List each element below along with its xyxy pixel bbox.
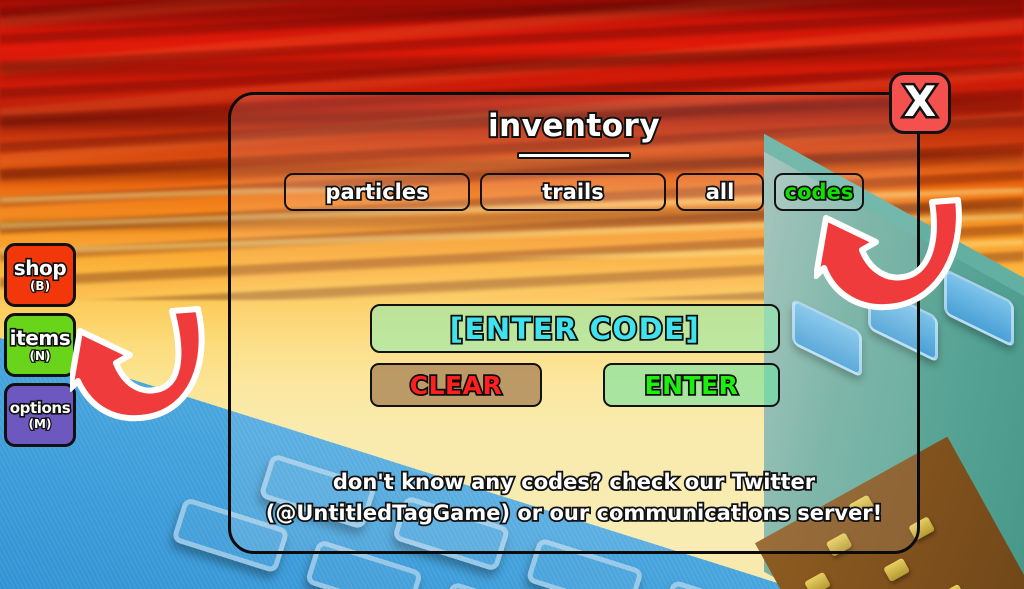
title-underline — [517, 152, 631, 159]
tab-all[interactable]: all — [676, 173, 764, 211]
codes-hint-line-1: don't know any codes? check our Twitter — [331, 468, 817, 496]
tab-trails[interactable]: trails — [480, 173, 666, 211]
codes-hint-text: don't know any codes? check our Twitter … — [249, 467, 899, 529]
ground-stud — [938, 583, 966, 589]
side-menu-key-shop: (B) — [29, 279, 52, 293]
inventory-panel: inventory particles trails all codes [EN… — [228, 92, 920, 554]
tab-particles[interactable]: particles — [284, 173, 470, 211]
game-screen: shop (B) items (N) options (M) inventory… — [0, 0, 1024, 589]
page-title: inventory — [486, 106, 662, 146]
side-menu-label-options: options — [8, 398, 72, 417]
side-menu-key-options: (M) — [27, 416, 52, 431]
ground-stud — [804, 571, 832, 589]
enter-button-label: ENTER — [643, 369, 740, 401]
code-input-placeholder: [ENTER CODE] — [448, 310, 701, 348]
tab-codes[interactable]: codes — [774, 173, 864, 211]
side-menu-key-items: (N) — [28, 349, 51, 363]
codes-hint-line-2: (@UntitledTagGame) or our communications… — [264, 499, 884, 527]
side-menu-item-shop[interactable]: shop (B) — [4, 243, 76, 307]
side-menu-label-shop: shop — [12, 256, 68, 280]
close-icon: X — [901, 76, 938, 126]
tab-codes-label: codes — [783, 178, 855, 205]
tab-bar: particles trails all codes — [231, 173, 917, 211]
tab-particles-label: particles — [324, 178, 431, 205]
enter-button[interactable]: ENTER — [603, 363, 780, 407]
tab-all-label: all — [704, 178, 736, 205]
close-button[interactable]: X — [889, 72, 951, 134]
tab-trails-label: trails — [541, 178, 606, 205]
ground-stud — [883, 557, 911, 583]
side-menu-item-items[interactable]: items (N) — [4, 313, 76, 377]
clear-button[interactable]: CLEAR — [370, 363, 542, 407]
walkway-block — [658, 579, 778, 589]
side-menu: shop (B) items (N) options (M) — [4, 243, 76, 447]
side-menu-item-options[interactable]: options (M) — [4, 383, 76, 447]
code-action-row: CLEAR ENTER — [370, 363, 780, 407]
clear-button-label: CLEAR — [408, 369, 503, 401]
side-menu-label-items: items — [8, 326, 72, 350]
code-input[interactable]: [ENTER CODE] — [370, 304, 780, 353]
